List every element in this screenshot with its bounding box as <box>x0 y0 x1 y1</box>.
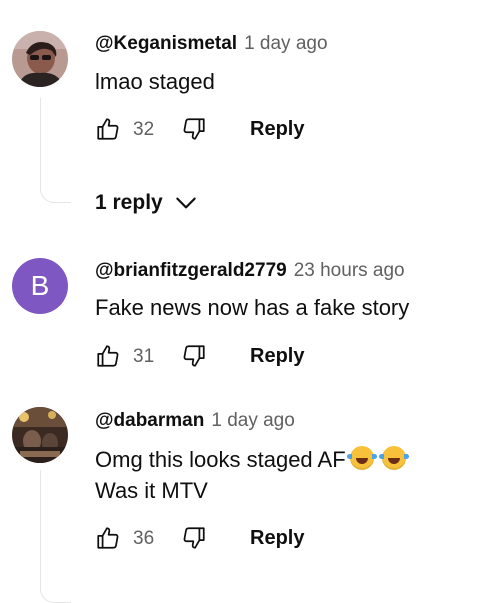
comment-author[interactable]: @dabarman <box>95 410 204 432</box>
thumbs-up-icon <box>97 527 119 549</box>
avatar[interactable] <box>12 407 68 463</box>
like-count: 36 <box>133 528 155 549</box>
comment-time[interactable]: 1 day ago <box>211 410 294 432</box>
tears-of-joy-emoji-icon <box>378 446 409 470</box>
comment-text-line: Omg this looks staged AF <box>95 447 346 472</box>
tears-of-joy-emoji-icon <box>346 446 377 470</box>
comment-text: Omg this looks staged AF Was it MTV <box>95 444 409 506</box>
comment-item: @dabarman 1 day ago Omg this looks stage… <box>0 0 486 603</box>
thumbs-down-icon <box>183 527 205 549</box>
like-button[interactable] <box>95 525 121 551</box>
comment-text-line: Was it MTV <box>95 478 208 503</box>
dislike-button[interactable] <box>181 525 207 551</box>
thread-line <box>40 470 71 603</box>
comment-actions: 36 Reply <box>95 525 415 555</box>
reply-button[interactable]: Reply <box>250 527 304 550</box>
